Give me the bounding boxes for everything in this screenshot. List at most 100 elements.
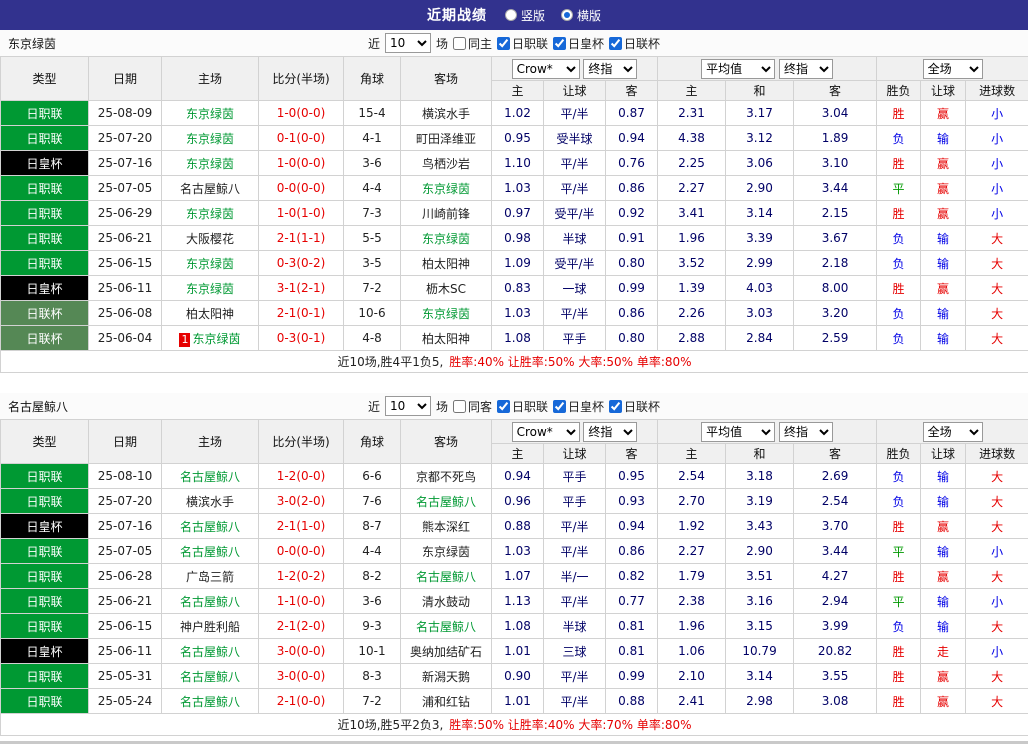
match-date: 25-06-15 [89, 251, 162, 276]
league-filter-jleague[interactable]: 日职联 [497, 35, 548, 52]
league-badge: 日皇杯 [1, 276, 89, 301]
horizontal-layout-radio[interactable]: 横版 [561, 7, 601, 24]
jleague-checkbox[interactable] [497, 400, 510, 413]
col-odds-handicap: 让球 [544, 444, 606, 464]
home-team: 神户胜利船 [162, 614, 259, 639]
handicap-home-odds: 1.01 [492, 639, 544, 664]
result-wdl: 胜 [877, 639, 921, 664]
result-goals: 小 [966, 126, 1028, 151]
same-venue-checkbox[interactable] [453, 400, 466, 413]
emperor-cup-checkbox[interactable] [553, 37, 566, 50]
emperor-cup-label: 日皇杯 [568, 398, 604, 415]
vertical-layout-radio[interactable]: 竖版 [505, 7, 545, 24]
match-score: 1-1(0-0) [259, 589, 344, 614]
handicap-away-odds: 0.77 [606, 589, 658, 614]
match-score: 3-0(0-0) [259, 639, 344, 664]
euro-home-odds: 2.27 [658, 176, 726, 201]
emperor-cup-checkbox[interactable] [553, 400, 566, 413]
handicap-line: 半/一 [544, 564, 606, 589]
result-goals: 大 [966, 251, 1028, 276]
handicap-odds-header: Crow* 终指 [492, 420, 658, 444]
euro-home-odds: 2.31 [658, 101, 726, 126]
home-team: 1东京绿茵 [162, 326, 259, 351]
same-venue-checkbox[interactable] [453, 37, 466, 50]
euro-draw-odds: 3.39 [726, 226, 794, 251]
away-team: 柏太阳神 [401, 251, 492, 276]
result-goals: 大 [966, 489, 1028, 514]
corner-score: 15-4 [344, 101, 401, 126]
handicap-line: 一球 [544, 276, 606, 301]
handicap-away-odds: 0.92 [606, 201, 658, 226]
bookmaker-select[interactable]: Crow* [512, 422, 580, 442]
avg-odds-select[interactable]: 平均值 [701, 422, 775, 442]
same-venue-filter[interactable]: 同客 [453, 398, 492, 415]
league-filter-emperor-cup[interactable]: 日皇杯 [553, 398, 604, 415]
handicap-home-odds: 1.10 [492, 151, 544, 176]
euro-home-odds: 1.96 [658, 226, 726, 251]
col-odds-away: 客 [606, 81, 658, 101]
match-date: 25-07-20 [89, 126, 162, 151]
match-score: 1-0(1-0) [259, 201, 344, 226]
section-team-name: 名古屋鲸八 [0, 398, 200, 415]
league-badge: 日职联 [1, 689, 89, 714]
match-score: 2-1(0-0) [259, 689, 344, 714]
col-score: 比分(半场) [259, 420, 344, 464]
result-handicap: 赢 [921, 151, 966, 176]
match-row: 日职联25-08-10名古屋鲸八1-2(0-0)6-6京都不死鸟0.94平手0.… [1, 464, 1028, 489]
league-filter-league-cup[interactable]: 日联杯 [609, 35, 660, 52]
handicap-line: 平/半 [544, 176, 606, 201]
match-date: 25-07-05 [89, 176, 162, 201]
league-filter-league-cup[interactable]: 日联杯 [609, 398, 660, 415]
scope-select[interactable]: 全场 [923, 422, 983, 442]
handicap-away-odds: 0.88 [606, 689, 658, 714]
avg-odds-select[interactable]: 平均值 [701, 59, 775, 79]
col-odds-home: 主 [492, 81, 544, 101]
handicap-home-odds: 1.08 [492, 614, 544, 639]
handicap-away-odds: 0.81 [606, 614, 658, 639]
home-team: 名古屋鲸八 [162, 176, 259, 201]
match-score: 0-1(0-0) [259, 126, 344, 151]
final-odds-select[interactable]: 终指 [779, 59, 833, 79]
summary-record: 近10场,胜4平1负5, [337, 355, 443, 369]
corner-score: 7-2 [344, 276, 401, 301]
final-odds-select[interactable]: 终指 [779, 422, 833, 442]
league-cup-checkbox[interactable] [609, 37, 622, 50]
col-odds-handicap: 让球 [544, 81, 606, 101]
match-row: 日皇杯25-07-16东京绿茵1-0(0-0)3-6鸟栖沙岩1.10平/半0.7… [1, 151, 1028, 176]
corner-score: 7-2 [344, 689, 401, 714]
result-handicap: 输 [921, 614, 966, 639]
handicap-line: 平/半 [544, 514, 606, 539]
handicap-home-odds: 0.90 [492, 664, 544, 689]
league-badge: 日职联 [1, 489, 89, 514]
euro-away-odds: 4.27 [794, 564, 877, 589]
league-badge: 日职联 [1, 564, 89, 589]
same-venue-filter[interactable]: 同主 [453, 35, 492, 52]
match-date: 25-08-09 [89, 101, 162, 126]
final-odds-select[interactable]: 终指 [583, 59, 637, 79]
horizontal-layout-label: 横版 [577, 7, 601, 24]
euro-away-odds: 3.70 [794, 514, 877, 539]
euro-home-odds: 2.38 [658, 589, 726, 614]
league-cup-checkbox[interactable] [609, 400, 622, 413]
league-badge: 日职联 [1, 201, 89, 226]
result-handicap: 输 [921, 251, 966, 276]
league-filter-emperor-cup[interactable]: 日皇杯 [553, 35, 604, 52]
scope-select[interactable]: 全场 [923, 59, 983, 79]
result-handicap: 输 [921, 539, 966, 564]
match-count-select[interactable]: 10 [385, 33, 431, 53]
final-odds-select[interactable]: 终指 [583, 422, 637, 442]
jleague-checkbox[interactable] [497, 37, 510, 50]
corner-score: 10-1 [344, 639, 401, 664]
match-score: 1-2(0-2) [259, 564, 344, 589]
match-row: 日职联25-05-31名古屋鲸八3-0(0-0)8-3新潟天鹅0.90平/半0.… [1, 664, 1028, 689]
handicap-away-odds: 0.82 [606, 564, 658, 589]
league-filter-jleague[interactable]: 日职联 [497, 398, 548, 415]
match-date: 25-06-08 [89, 301, 162, 326]
match-count-select[interactable]: 10 [385, 396, 431, 416]
home-team: 东京绿茵 [162, 251, 259, 276]
match-row: 日皇杯25-07-16名古屋鲸八2-1(1-0)8-7熊本深红0.88平/半0.… [1, 514, 1028, 539]
bookmaker-select[interactable]: Crow* [512, 59, 580, 79]
euro-home-odds: 2.27 [658, 539, 726, 564]
result-wdl: 胜 [877, 101, 921, 126]
corner-score: 8-7 [344, 514, 401, 539]
